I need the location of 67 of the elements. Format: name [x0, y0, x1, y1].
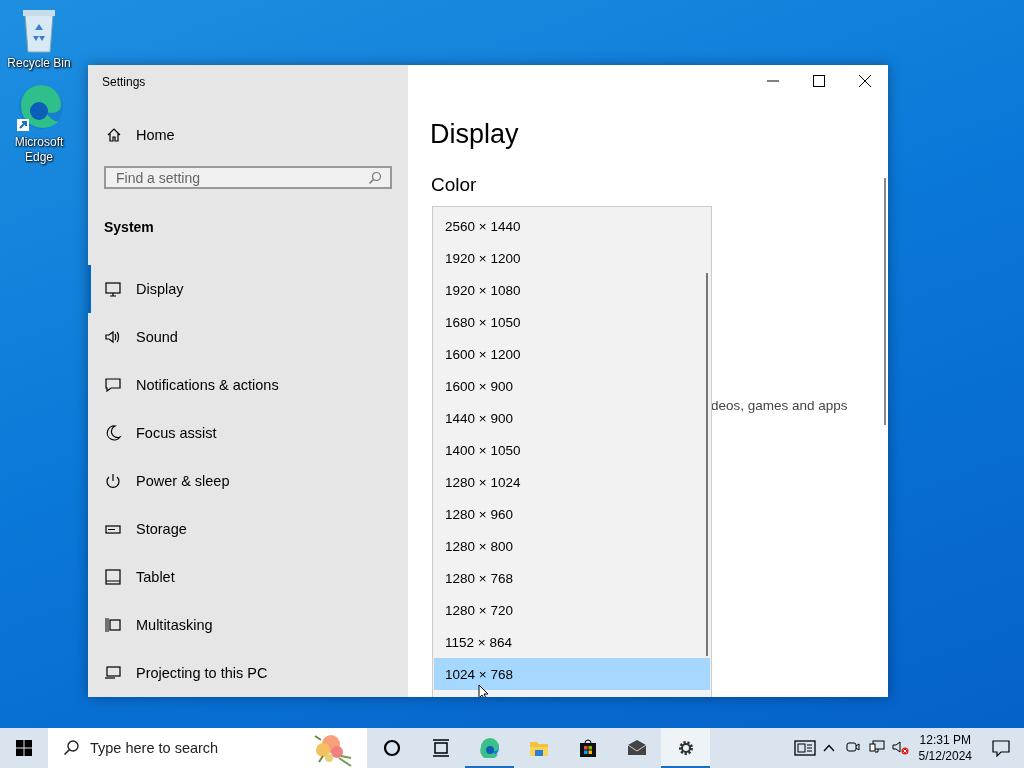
dropdown-option[interactable]: 2560 × 1440 [434, 210, 710, 242]
clock-date[interactable]: 5/12/2024 [918, 748, 972, 764]
edge-shortcut-icon [15, 83, 63, 133]
clock-time[interactable]: 12:31 PM [919, 732, 971, 748]
dropdown-option[interactable]: 1920 × 1200 [434, 242, 710, 274]
dropdown-option[interactable]: 1024 × 768 [434, 658, 710, 690]
dropdown-option[interactable]: 1920 × 1080 [434, 274, 710, 306]
minimize-icon [767, 80, 779, 82]
nav-item[interactable]: Storage [88, 505, 408, 553]
desktop-icon-label: Recycle Bin [6, 56, 72, 71]
speaker-icon [104, 328, 122, 346]
power-icon [104, 472, 122, 490]
home-icon [106, 127, 122, 143]
nav-item[interactable]: Tablet [88, 553, 408, 601]
speech-bubble-icon [104, 376, 122, 394]
dropdown-option[interactable]: 1280 × 720 [434, 594, 710, 626]
taskbar-search-field[interactable]: Type here to search [48, 728, 367, 768]
description-text: deos, games and apps [711, 398, 848, 413]
scrollbar[interactable] [884, 178, 886, 425]
store-icon [577, 738, 598, 758]
taskbar-app-button[interactable] [661, 728, 710, 768]
close-icon [859, 75, 871, 87]
dropdown-option[interactable]: 1400 × 1050 [434, 434, 710, 466]
chevron-up-icon [822, 744, 835, 752]
nav-item[interactable]: Focus assist [88, 409, 408, 457]
nav-item[interactable]: Projecting to this PC [88, 649, 408, 697]
dropdown-option[interactable]: 1152 × 864 [434, 626, 710, 658]
search-field[interactable]: Find a setting [104, 166, 392, 189]
desktop-icon-label: Microsoft Edge [13, 135, 65, 165]
section-heading: Color [431, 174, 477, 196]
search-icon [62, 739, 80, 757]
dropdown-option[interactable]: 1280 × 960 [434, 498, 710, 530]
edge-icon [479, 738, 500, 758]
nav-item[interactable]: Sound [88, 313, 408, 361]
dropdown-option[interactable]: 1600 × 1200 [434, 338, 710, 370]
news-icon [793, 739, 816, 757]
nav-item[interactable]: Power & sleep [88, 457, 408, 505]
windows-logo-icon [16, 740, 32, 756]
moon-icon [104, 424, 122, 442]
speech-bubble-icon [992, 739, 1010, 757]
nav-item[interactable]: Notifications & actions [88, 361, 408, 409]
desktop-icon[interactable]: Microsoft Edge [0, 81, 78, 167]
envelope-icon [626, 738, 647, 758]
section-heading: System [104, 219, 154, 235]
projector-icon [104, 664, 122, 682]
dropdown-option[interactable]: 1280 × 1024 [434, 466, 710, 498]
task-view-icon [430, 738, 451, 758]
nav-item[interactable]: Display [88, 265, 408, 313]
dropdown-option[interactable]: 1600 × 900 [434, 370, 710, 402]
scrollbar[interactable] [706, 273, 708, 656]
mouse-pointer-icon [478, 684, 490, 697]
nav-item[interactable]: Multitasking [88, 601, 408, 649]
cortana-icon [381, 738, 402, 758]
page-title: Display [430, 119, 519, 150]
tablet-icon [104, 568, 122, 586]
home-link[interactable]: Home [104, 125, 177, 145]
dropdown-option[interactable]: 1280 × 768 [434, 562, 710, 594]
search-icon [368, 170, 382, 185]
dropdown-option[interactable]: 1280 × 800 [434, 530, 710, 562]
multitasking-icon [104, 616, 122, 634]
window-title: Settings [102, 75, 146, 89]
muted-speaker-icon [892, 739, 910, 757]
desktop-icon[interactable]: Recycle Bin [0, 4, 78, 73]
monitor-icon [104, 280, 122, 298]
dropdown-option[interactable]: 1680 × 1050 [434, 306, 710, 338]
maximize-icon [813, 75, 825, 87]
dropdown-option[interactable]: 1440 × 900 [434, 402, 710, 434]
